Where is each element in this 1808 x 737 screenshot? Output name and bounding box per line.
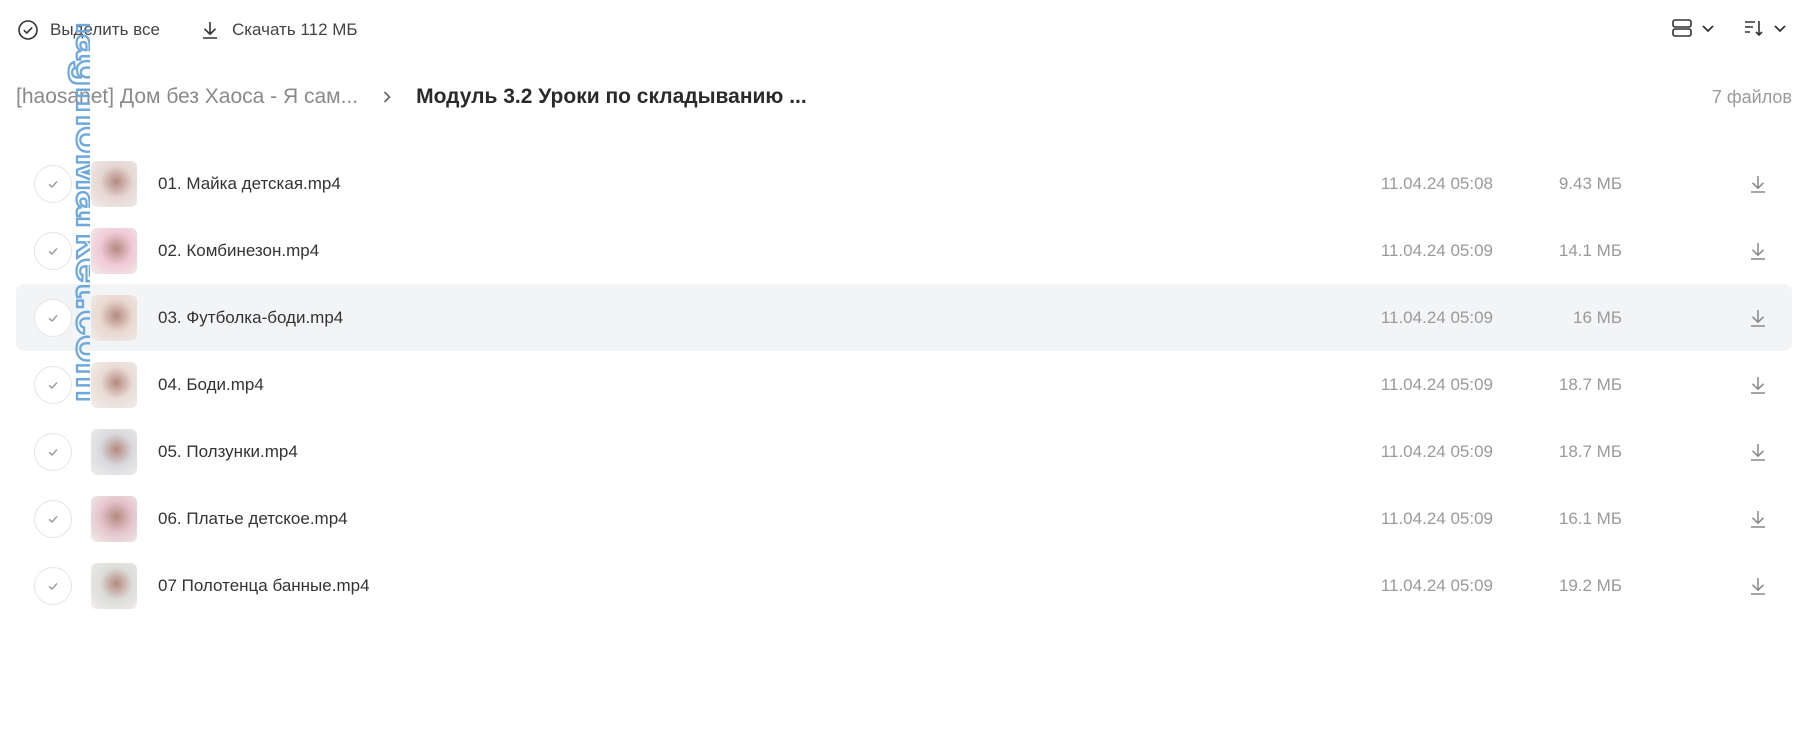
row-checkbox[interactable] xyxy=(34,432,72,471)
file-name[interactable]: 02. Комбинезон.mp4 xyxy=(158,241,319,261)
video-thumbnail xyxy=(91,294,137,341)
watermark: lagmoMarket.com xyxy=(67,21,90,403)
download-icon[interactable] xyxy=(1746,440,1770,464)
download-icon[interactable] xyxy=(1746,172,1770,196)
video-thumbnail xyxy=(91,361,137,408)
video-thumbnail xyxy=(91,227,137,274)
file-size: 16.1 МБ xyxy=(1558,508,1622,528)
video-thumbnail xyxy=(91,562,137,609)
row-checkbox[interactable] xyxy=(34,566,72,605)
file-size: 9.43 МБ xyxy=(1558,173,1622,193)
breadcrumb-current: Модуль 3.2 Уроки по складыванию ... xyxy=(416,85,807,108)
download-icon[interactable] xyxy=(1746,574,1770,598)
video-thumbnail xyxy=(91,495,137,542)
file-row[interactable]: 01. Майка детская.mp4 11.04.24 05:08 9.4… xyxy=(16,150,1792,217)
download-all-button[interactable]: Скачать 112 МБ xyxy=(198,18,358,42)
video-thumbnail xyxy=(91,160,137,207)
file-date: 11.04.24 05:09 xyxy=(1380,240,1493,260)
file-date: 11.04.24 05:09 xyxy=(1380,575,1493,595)
row-checkbox[interactable] xyxy=(34,499,72,538)
file-name[interactable]: 07 Полотенца банные.mp4 xyxy=(158,576,370,596)
file-row[interactable]: 02. Комбинезон.mp4 11.04.24 05:09 14.1 М… xyxy=(16,217,1792,284)
chevron-down-icon xyxy=(1772,20,1788,41)
file-list: 01. Майка детская.mp4 11.04.24 05:08 9.4… xyxy=(16,150,1792,619)
file-name[interactable]: 05. Ползунки.mp4 xyxy=(158,442,298,462)
download-icon[interactable] xyxy=(1746,373,1770,397)
file-size: 18.7 МБ xyxy=(1558,441,1622,461)
watermark-text: lagmoMarket.com xyxy=(68,22,90,402)
breadcrumb: [haosanet] Дом без Хаоса - Я сам... Моду… xyxy=(16,80,1792,114)
file-row[interactable]: 03. Футболка-боди.mp4 11.04.24 05:09 16 … xyxy=(16,284,1792,351)
file-row[interactable]: 06. Платье детское.mp4 11.04.24 05:09 16… xyxy=(16,485,1792,552)
view-tools xyxy=(1670,16,1788,45)
file-row[interactable]: 07 Полотенца банные.mp4 11.04.24 05:09 1… xyxy=(16,552,1792,619)
download-icon xyxy=(198,18,222,42)
check-icon xyxy=(48,515,58,523)
file-date: 11.04.24 05:09 xyxy=(1380,441,1493,461)
file-name[interactable]: 04. Боди.mp4 xyxy=(158,375,264,395)
download-icon[interactable] xyxy=(1746,306,1770,330)
file-row[interactable]: 05. Ползунки.mp4 11.04.24 05:09 18.7 МБ xyxy=(16,418,1792,485)
file-size: 16 МБ xyxy=(1573,307,1622,327)
view-mode-button[interactable] xyxy=(1670,16,1716,45)
file-date: 11.04.24 05:09 xyxy=(1380,307,1493,327)
file-name[interactable]: 03. Футболка-боди.mp4 xyxy=(158,308,343,328)
file-size: 14.1 МБ xyxy=(1558,240,1622,260)
chevron-right-icon xyxy=(380,90,394,104)
file-name[interactable]: 01. Майка детская.mp4 xyxy=(158,174,341,194)
video-thumbnail xyxy=(91,428,137,475)
sort-icon xyxy=(1742,16,1766,45)
check-circle-icon xyxy=(16,18,40,42)
download-all-label: Скачать 112 МБ xyxy=(231,20,358,39)
file-date: 11.04.24 05:09 xyxy=(1380,508,1493,528)
file-row[interactable]: 04. Боди.mp4 11.04.24 05:09 18.7 МБ xyxy=(16,351,1792,418)
file-date: 11.04.24 05:08 xyxy=(1380,173,1493,193)
sort-button[interactable] xyxy=(1742,16,1788,45)
file-size: 18.7 МБ xyxy=(1558,374,1622,394)
check-icon xyxy=(48,582,58,590)
file-count: 7 файлов xyxy=(1711,86,1792,107)
download-icon[interactable] xyxy=(1746,507,1770,531)
file-date: 11.04.24 05:09 xyxy=(1380,374,1493,394)
chevron-down-icon xyxy=(1700,20,1716,41)
file-size: 19.2 МБ xyxy=(1558,575,1622,595)
check-icon xyxy=(48,448,58,456)
file-name[interactable]: 06. Платье детское.mp4 xyxy=(158,509,348,529)
list-view-icon xyxy=(1670,16,1694,45)
download-icon[interactable] xyxy=(1746,239,1770,263)
